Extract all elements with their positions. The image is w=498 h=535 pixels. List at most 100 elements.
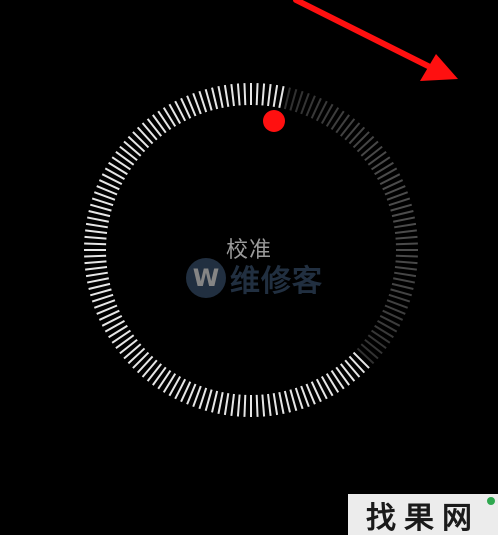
dial-tick bbox=[352, 351, 370, 369]
dial-tick bbox=[119, 338, 138, 355]
dial-tick bbox=[391, 282, 414, 290]
dial-tick bbox=[367, 334, 387, 349]
dial-tick bbox=[152, 114, 167, 134]
dial-tick bbox=[211, 87, 219, 110]
dial-tick bbox=[123, 140, 142, 157]
dial-tick bbox=[88, 210, 111, 218]
dial-tick bbox=[272, 84, 279, 107]
dial-tick bbox=[255, 83, 259, 106]
dial-tick bbox=[87, 277, 109, 284]
dial-tick bbox=[388, 197, 411, 207]
dial-tick bbox=[395, 260, 418, 265]
dial-tick bbox=[394, 271, 417, 278]
dial-tick bbox=[85, 222, 108, 229]
calibration-screen: 校准 W 维修客 找果网 bbox=[0, 0, 498, 535]
dial-tick bbox=[367, 151, 387, 166]
dial-tick bbox=[391, 210, 414, 218]
dial-tick bbox=[394, 229, 417, 234]
dial-tick bbox=[243, 83, 247, 106]
corner-logo-text: 找果网 bbox=[366, 500, 480, 535]
dial-tick bbox=[356, 135, 375, 153]
dial-tick bbox=[348, 355, 366, 374]
corner-logo: 找果网 bbox=[348, 494, 498, 535]
dial-tick bbox=[152, 366, 167, 386]
dial-tick bbox=[360, 343, 379, 360]
dial-tick bbox=[283, 390, 291, 413]
dial-tick bbox=[272, 393, 279, 416]
dial-tick bbox=[243, 394, 247, 417]
dial-tick bbox=[278, 392, 285, 414]
dial-tick bbox=[85, 229, 108, 234]
pointer-arrow-icon bbox=[293, 0, 458, 81]
dial-tick bbox=[230, 393, 235, 416]
dial-tick bbox=[132, 131, 150, 149]
dial-tick bbox=[289, 389, 298, 412]
dial-tick bbox=[132, 351, 150, 369]
dial-tick bbox=[289, 88, 298, 111]
dial-tick bbox=[85, 271, 108, 278]
dial-tick bbox=[364, 145, 383, 162]
dial-tick bbox=[364, 338, 383, 355]
registered-mark-icon bbox=[487, 497, 495, 505]
dial-tick bbox=[84, 242, 107, 246]
dial-tick bbox=[283, 87, 291, 110]
dial-tick bbox=[356, 347, 375, 365]
dial-tick bbox=[344, 359, 361, 378]
dial-tick bbox=[360, 140, 379, 157]
dial-tick bbox=[395, 235, 418, 240]
dial-tick bbox=[84, 254, 107, 258]
dial-tick bbox=[352, 131, 370, 149]
dial-tick bbox=[136, 126, 154, 145]
dial-tick bbox=[278, 86, 285, 108]
dial-tick bbox=[393, 277, 415, 284]
dial-tick bbox=[91, 197, 114, 207]
dial-tick bbox=[136, 355, 154, 374]
dial-tick bbox=[141, 122, 158, 141]
dial-tick bbox=[390, 203, 413, 212]
dial-tick bbox=[115, 151, 135, 166]
dial-tick bbox=[236, 394, 241, 417]
dial-tick bbox=[223, 393, 230, 416]
dial-tick bbox=[223, 84, 230, 107]
watermark-text: 维修客 bbox=[230, 264, 323, 299]
dial-tick bbox=[204, 88, 213, 111]
dial-tick bbox=[115, 334, 135, 349]
dial-tick bbox=[267, 84, 272, 107]
dial-tick bbox=[395, 254, 418, 258]
dial-tick bbox=[146, 363, 163, 382]
dial-tick bbox=[390, 288, 413, 297]
dial-tick bbox=[339, 118, 356, 137]
dial-tick bbox=[87, 216, 109, 223]
dial-tick bbox=[88, 282, 111, 290]
dial-tick bbox=[89, 203, 112, 212]
dial-tick bbox=[91, 293, 114, 303]
dial-tick bbox=[348, 126, 366, 145]
dial-tick bbox=[217, 86, 224, 108]
watermark: W 维修客 bbox=[186, 258, 323, 299]
dial-tick bbox=[198, 90, 208, 113]
dial-tick bbox=[123, 343, 142, 360]
dial-tick bbox=[141, 359, 158, 378]
dial-tick bbox=[344, 122, 361, 141]
dial-tick bbox=[84, 260, 107, 265]
dial-tick bbox=[127, 347, 146, 365]
dial-tick bbox=[198, 387, 208, 410]
dial-tick bbox=[294, 387, 304, 410]
dial-tick bbox=[335, 366, 350, 386]
watermark-logo-icon: W bbox=[186, 258, 226, 298]
dial-tick bbox=[261, 83, 266, 106]
dial-tick bbox=[89, 288, 112, 297]
dial-tick bbox=[255, 394, 259, 417]
dial-tick bbox=[261, 394, 266, 417]
dial-tick bbox=[267, 393, 272, 416]
dial-tick bbox=[84, 235, 107, 240]
dial-tick bbox=[339, 363, 356, 382]
dial-tick bbox=[119, 145, 138, 162]
dial-tick bbox=[204, 389, 213, 412]
dial-tick bbox=[394, 222, 417, 229]
dial-tick bbox=[127, 135, 146, 153]
dial-tick bbox=[335, 114, 350, 134]
dial-tick bbox=[294, 90, 304, 113]
dial-tick bbox=[236, 83, 241, 106]
dial-tick bbox=[146, 118, 163, 137]
